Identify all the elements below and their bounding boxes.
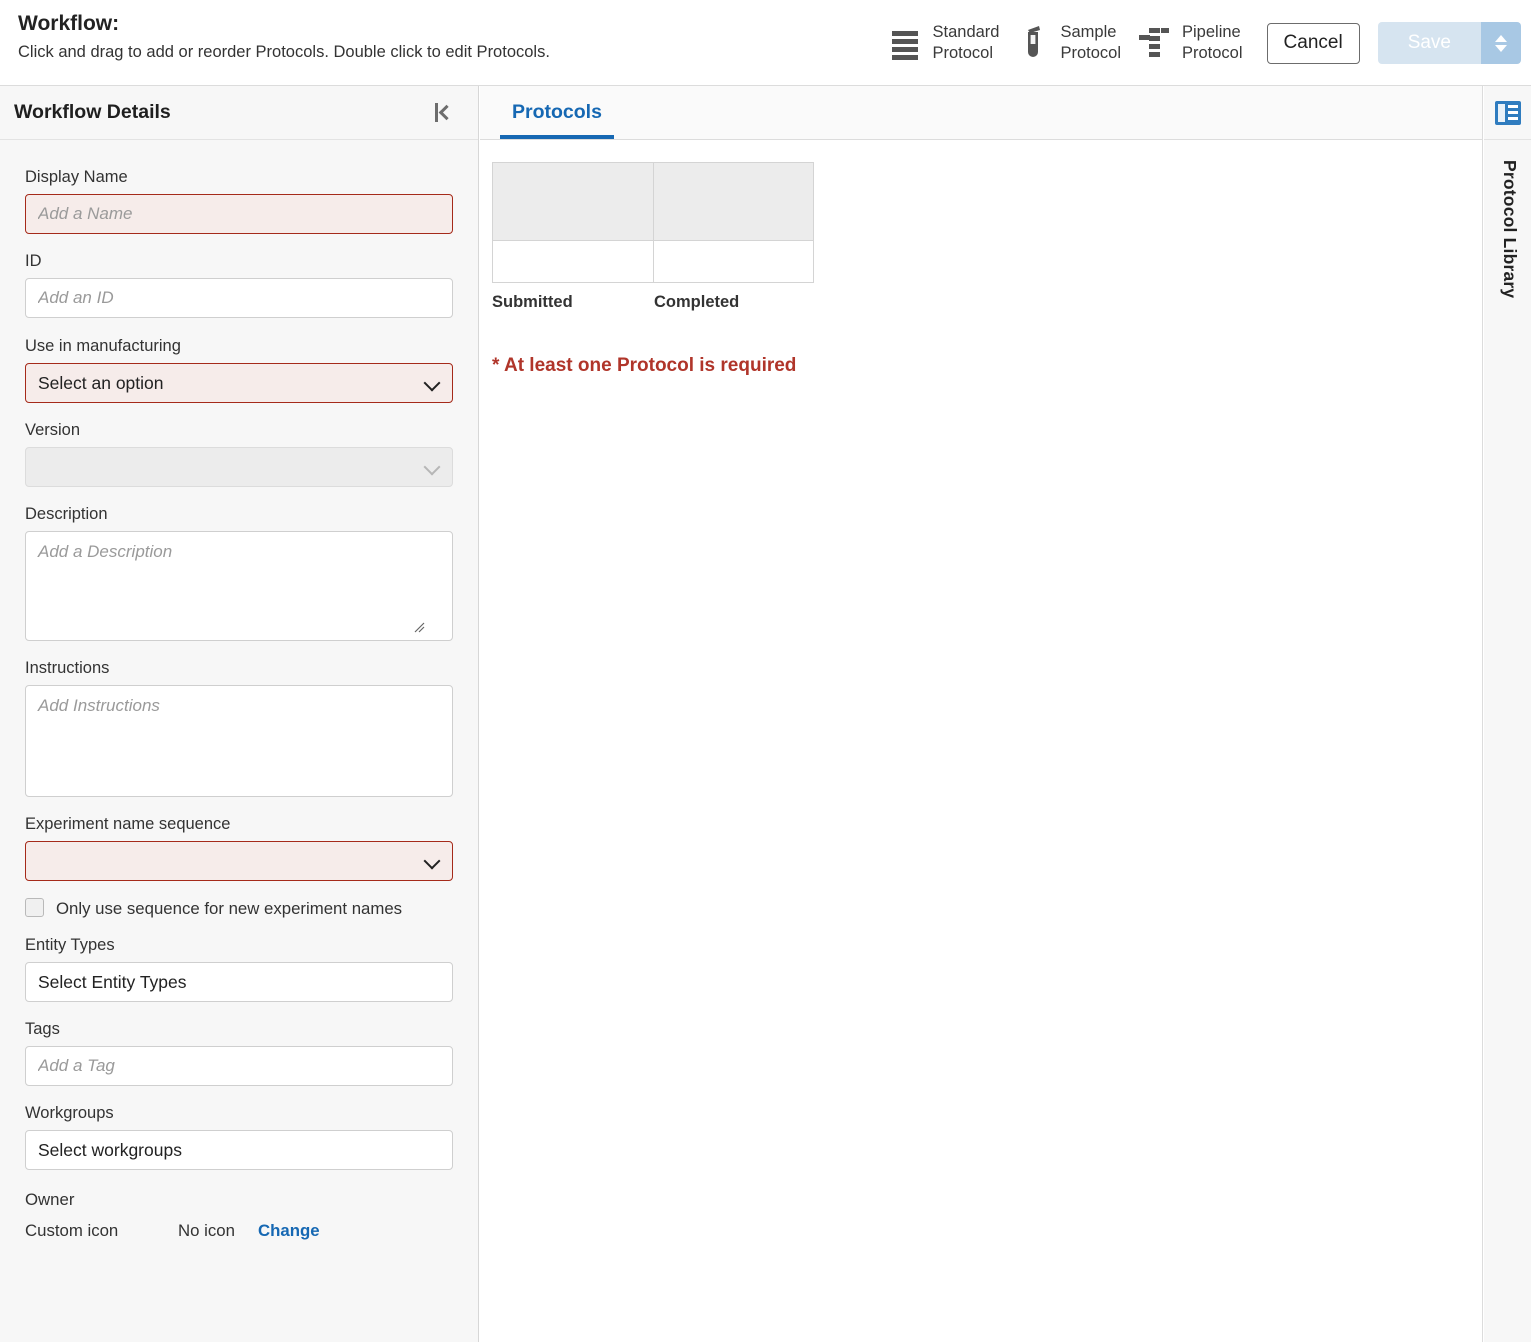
page-subtitle: Click and drag to add or reorder Protoco…	[18, 43, 550, 61]
workflow-details-panel: Workflow Details Display Name ID Use in …	[0, 86, 479, 1342]
custom-icon-value: No icon	[178, 1221, 235, 1240]
workgroups-value: Select workgroups	[38, 1139, 182, 1160]
protocol-library-icon-box	[1484, 86, 1531, 140]
instructions-label: Instructions	[25, 659, 110, 677]
protocol-library-icon[interactable]	[1494, 100, 1521, 125]
chevron-down-icon	[423, 852, 441, 870]
grid-header-cell-completed[interactable]	[652, 162, 814, 241]
chevron-down-icon	[423, 458, 441, 476]
workflow-details-form: Display Name ID Use in manufacturing Sel…	[0, 140, 478, 1241]
entity-types-label: Entity Types	[25, 936, 115, 954]
only-use-sequence-checkbox[interactable]	[25, 898, 44, 917]
custom-icon-row: Custom icon No icon Change	[25, 1221, 453, 1241]
experiment-name-sequence-select[interactable]	[25, 841, 453, 881]
top-bar: Workflow: Click and drag to add or reord…	[0, 0, 1531, 86]
id-label: ID	[25, 252, 42, 270]
workgroups-select[interactable]: Select workgroups	[25, 1130, 453, 1170]
field-tags: Tags	[25, 1018, 453, 1086]
chevron-down-icon	[423, 374, 441, 392]
protocol-grid[interactable]	[492, 162, 814, 283]
protocol-library-rail: Protocol Library	[1484, 86, 1531, 1342]
tags-label: Tags	[25, 1020, 60, 1038]
entity-types-select[interactable]: Select Entity Types	[25, 962, 453, 1002]
collapse-panel-icon[interactable]	[431, 99, 456, 126]
use-in-manufacturing-label: Use in manufacturing	[25, 337, 181, 355]
description-textarea[interactable]	[25, 531, 453, 641]
use-in-manufacturing-value: Select an option	[38, 372, 164, 393]
use-in-manufacturing-select[interactable]: Select an option	[25, 363, 453, 403]
required-protocol-message: * At least one Protocol is required	[492, 355, 797, 376]
save-button[interactable]: Save	[1377, 22, 1481, 64]
grid-header-cell-submitted[interactable]	[492, 162, 654, 241]
pipeline-protocol-label: Pipeline Protocol	[1182, 23, 1243, 62]
workflow-details-title: Workflow Details	[14, 101, 171, 123]
display-name-label: Display Name	[25, 168, 128, 186]
owner-label: Owner	[25, 1190, 75, 1209]
only-use-sequence-label: Only use sequence for new experiment nam…	[56, 899, 403, 918]
field-experiment-name-sequence: Experiment name sequence	[25, 813, 453, 881]
standard-protocol-label: Standard Protocol	[932, 23, 1000, 62]
grid-label-completed: Completed	[654, 293, 740, 311]
add-sample-protocol-button[interactable]: Sample Protocol	[1009, 18, 1131, 68]
protocol-grid-body-row	[492, 240, 814, 283]
protocol-grid-column-labels: Submitted Completed	[492, 293, 1482, 312]
sample-protocol-icon	[1017, 24, 1047, 62]
add-pipeline-protocol-button[interactable]: Pipeline Protocol	[1131, 18, 1253, 68]
change-icon-link[interactable]: Change	[258, 1221, 320, 1241]
entity-types-value: Select Entity Types	[38, 971, 187, 992]
field-id: ID	[25, 250, 453, 318]
main-content: Protocols Submitted Completed * At least…	[480, 86, 1483, 1342]
pipeline-protocol-icon	[1139, 24, 1169, 62]
save-button-group[interactable]: Save	[1377, 22, 1521, 64]
workgroups-label: Workgroups	[25, 1104, 114, 1122]
field-version: Version	[25, 419, 453, 487]
tab-bar: Protocols	[480, 86, 1482, 140]
save-options-caret-icon[interactable]	[1481, 22, 1521, 64]
workflow-heading-block: Workflow: Click and drag to add or reord…	[18, 10, 550, 65]
field-instructions: Instructions	[25, 657, 453, 797]
tab-protocols[interactable]: Protocols	[500, 101, 614, 139]
cancel-button[interactable]: Cancel	[1266, 22, 1360, 64]
protocol-library-label[interactable]: Protocol Library	[1499, 160, 1520, 298]
add-standard-protocol-button[interactable]: Standard Protocol	[882, 18, 1010, 68]
tags-input[interactable]	[25, 1046, 453, 1086]
field-description: Description	[25, 503, 453, 641]
grid-body-cell-completed[interactable]	[652, 240, 814, 283]
standard-protocol-icon	[890, 24, 920, 62]
custom-icon-label: Custom icon	[25, 1221, 119, 1240]
version-label: Version	[25, 421, 81, 439]
workflow-details-header: Workflow Details	[0, 86, 478, 140]
top-bar-actions: Standard Protocol Sample Protocol Pipeli…	[882, 0, 1528, 86]
field-entity-types: Entity Types Select Entity Types	[25, 934, 453, 1002]
id-input[interactable]	[25, 278, 453, 318]
sample-protocol-label: Sample Protocol	[1060, 23, 1121, 62]
version-select	[25, 447, 453, 487]
field-display-name: Display Name	[25, 166, 453, 234]
grid-label-submitted: Submitted	[492, 293, 573, 311]
field-use-in-manufacturing: Use in manufacturing Select an option	[25, 335, 453, 403]
experiment-name-sequence-label: Experiment name sequence	[25, 815, 231, 833]
instructions-textarea[interactable]	[25, 685, 453, 797]
display-name-input[interactable]	[25, 194, 453, 234]
protocol-grid-header-row	[492, 162, 814, 241]
only-use-sequence-row[interactable]: Only use sequence for new experiment nam…	[25, 895, 453, 922]
field-workgroups: Workgroups Select workgroups	[25, 1102, 453, 1170]
page-title: Workflow:	[18, 12, 120, 35]
grid-body-cell-submitted[interactable]	[492, 240, 654, 283]
description-label: Description	[25, 505, 108, 523]
